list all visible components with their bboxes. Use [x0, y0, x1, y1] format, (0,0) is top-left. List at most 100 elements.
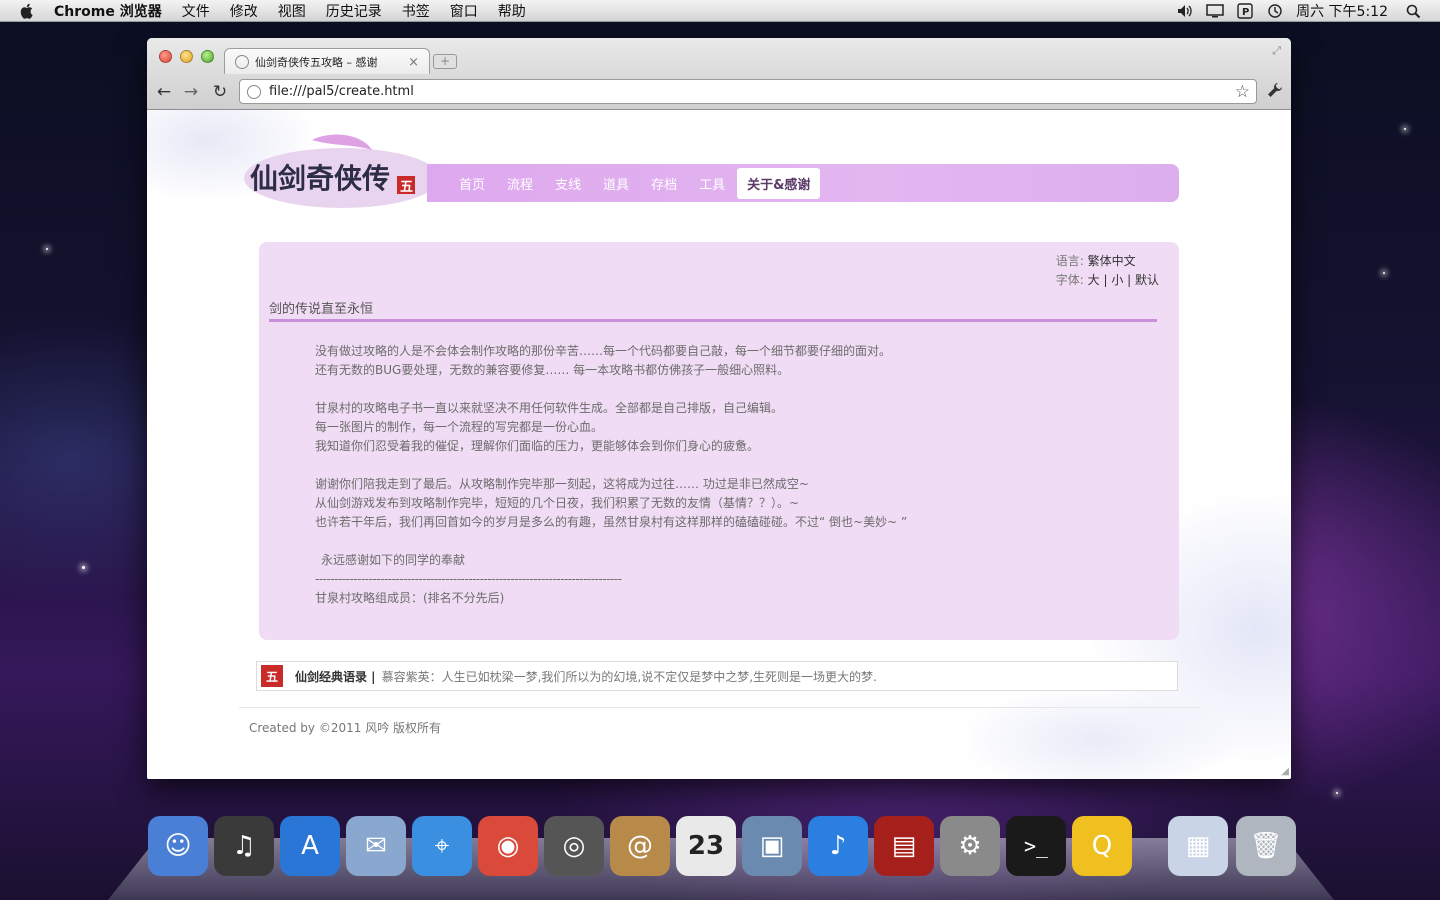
page-icon [247, 84, 261, 99]
star [82, 566, 85, 569]
iphoto-dock-icon[interactable]: ▣ [742, 816, 802, 876]
spotlight-icon[interactable] [1404, 3, 1422, 19]
address-bar[interactable]: file:///pal5/create.html ☆ [239, 79, 1257, 104]
menu-window[interactable]: 窗口 [450, 1, 478, 21]
paragraph-line: 每一张图片的制作，每一个流程的写完都是一份心血。 [315, 420, 604, 434]
new-tab-button[interactable]: + [433, 54, 457, 69]
forward-button[interactable]: → [180, 82, 202, 102]
language-label: 语言: [1055, 254, 1084, 268]
menu-edit[interactable]: 修改 [230, 1, 258, 21]
paragraph-line: 甘泉村的攻略电子书一直以来就坚决不用任何软件生成。全部都是自己排版，自己编辑。 [315, 401, 784, 415]
back-button[interactable]: ← [153, 82, 175, 102]
paragraph-line: 还有无数的BUG要处理，无数的兼容要修复…… 每一本攻略书都仿佛孩子一般细心照料… [315, 363, 790, 377]
nav-about-thanks[interactable]: 关于&感谢 [737, 167, 821, 199]
web-page: 仙剑奇侠传 五 首页 流程 支线 道具 存档 工具 关于&感谢 语言: 繁体中文… [147, 110, 1291, 779]
volume-icon[interactable] [1176, 3, 1194, 19]
resize-grip-icon[interactable]: ◢ [1281, 766, 1289, 777]
thanks-line: 永远感谢如下的同学的奉献 [321, 553, 466, 567]
chrome-dock-icon[interactable]: ◉ [478, 816, 538, 876]
menu-view[interactable]: 视图 [278, 1, 306, 21]
documents-dock-icon[interactable]: ▦ [1168, 816, 1228, 876]
logo-badge: 五 [400, 180, 413, 195]
star [1383, 272, 1385, 274]
nav-walkthrough[interactable]: 流程 [507, 174, 533, 193]
wrench-menu-icon[interactable] [1267, 82, 1283, 102]
star [1404, 128, 1406, 130]
menu-help[interactable]: 帮助 [498, 1, 526, 21]
content-panel: 语言: 繁体中文 字体: 大 | 小 | 默认 剑的传说直至永恒 没有做过攻略的… [259, 242, 1179, 640]
tab-title: 仙剑奇侠传五攻略 – 感谢 [255, 55, 378, 69]
nav-saves[interactable]: 存档 [651, 174, 677, 193]
quote-bar: 五 仙剑经典语录 | 慕容紫英：人生已如枕梁一梦,我们所以为的幻境,说不定仅是梦… [256, 661, 1178, 691]
footer-divider [239, 707, 1199, 708]
bookmark-star-icon[interactable]: ☆ [1235, 82, 1250, 102]
menu-bar: Chrome 浏览器 文件 修改 视图 历史记录 书签 窗口 帮助 P 周六 下… [0, 0, 1440, 22]
terminal-dock-icon[interactable]: >_ [1006, 816, 1066, 876]
quote-label: 仙剑经典语录 | [295, 669, 376, 684]
system-preferences-dock-icon[interactable]: ⚙ [940, 816, 1000, 876]
menu-app-name[interactable]: Chrome 浏览器 [54, 1, 162, 21]
nav-tools[interactable]: 工具 [699, 174, 725, 193]
star [46, 248, 48, 250]
svg-text:P: P [1242, 7, 1249, 18]
reload-button[interactable]: ↻ [209, 82, 231, 102]
menu-bookmarks[interactable]: 书签 [402, 1, 430, 21]
browser-tab[interactable]: 仙剑奇侠传五攻略 – 感谢 × [224, 48, 430, 74]
apple-icon[interactable] [18, 2, 36, 20]
thanks-body: 没有做过攻略的人是不会体会制作攻略的那份辛苦……每一个代码都要自己敲，每一个细节… [315, 342, 907, 608]
url-text[interactable]: file:///pal5/create.html [269, 84, 414, 99]
members-line: 甘泉村攻略组成员：(排名不分先后) [315, 591, 505, 605]
close-window-button[interactable] [159, 50, 172, 63]
site-logo: 仙剑奇侠传 五 [244, 134, 440, 208]
itunes-dock-icon[interactable]: ♪ [808, 816, 868, 876]
paragraph-line: 从仙剑游戏发布到攻略制作完毕，短短的几个日夜，我们积累了无数的友情（基情？？）。… [315, 496, 800, 510]
paragraph-line: 没有做过攻略的人是不会体会制作攻略的那份辛苦……每一个代码都要自己敲，每一个细节… [315, 344, 892, 358]
footer-copyright: Created by ©2011 风吟 版权所有 [249, 721, 442, 735]
calendar-dock-icon[interactable]: 23 [676, 816, 736, 876]
menu-clock[interactable]: 周六 下午5:12 [1296, 1, 1388, 21]
qq-dock-icon[interactable]: Q [1072, 816, 1132, 876]
menu-extras: P 周六 下午5:12 [1176, 0, 1440, 22]
paragraph-line: 谢谢你们陪我走到了最后。从攻略制作完毕那一刻起，这将成为过往…… 功过是非已然成… [315, 477, 809, 491]
dashed-separator: ----------------------------------------… [315, 572, 622, 586]
star [1336, 792, 1338, 794]
section-title: 剑的传说直至永恒 [269, 302, 374, 317]
font-label: 字体: [1055, 273, 1084, 287]
nav-items[interactable]: 道具 [603, 174, 629, 193]
window-controls [159, 50, 222, 63]
display-icon[interactable] [1206, 3, 1224, 19]
photo-booth-dock-icon[interactable]: ▤ [874, 816, 934, 876]
zoom-window-button[interactable] [201, 50, 214, 63]
pal5-badge-icon: 五 [261, 665, 283, 687]
dashboard-dock-icon[interactable]: ♫ [214, 816, 274, 876]
nav-home[interactable]: 首页 [459, 174, 485, 193]
section-divider [269, 319, 1157, 322]
nav-sidequests[interactable]: 支线 [555, 174, 581, 193]
site-nav: 首页 流程 支线 道具 存档 工具 关于&感谢 [427, 164, 1179, 202]
input-method-icon[interactable]: P [1236, 3, 1254, 19]
close-tab-icon[interactable]: × [408, 55, 419, 70]
facetime-dock-icon[interactable]: ◎ [544, 816, 604, 876]
paragraph-line: 也许若干年后，我们再回首如今的岁月是多么的有趣，虽然甘泉村有这样那样的磕磕碰碰。… [315, 515, 908, 529]
dock: ☺ ♫ A ✉ ⌖ ◉ ◎ @23 ▣ ♪ ▤ ⚙ >_ Q ▦ 🗑 [148, 816, 1298, 886]
time-machine-icon[interactable] [1266, 3, 1284, 19]
browser-toolbar: 仙剑奇侠传五攻略 – 感谢 × + ⤢ ← → ↻ file:///pal5/c… [147, 38, 1291, 110]
fullscreen-icon[interactable]: ⤢ [1272, 44, 1281, 58]
language-link[interactable]: 繁体中文 [1088, 254, 1136, 268]
minimize-window-button[interactable] [180, 50, 193, 63]
app-store-dock-icon[interactable]: A [280, 816, 340, 876]
globe-icon [235, 54, 249, 69]
mail-dock-icon[interactable]: ✉ [346, 816, 406, 876]
safari-dock-icon[interactable]: ⌖ [412, 816, 472, 876]
logo-text: 仙剑奇侠传 [250, 162, 390, 195]
address-book-dock-icon[interactable]: @ [610, 816, 670, 876]
browser-window: 仙剑奇侠传五攻略 – 感谢 × + ⤢ ← → ↻ file:///pal5/c… [147, 38, 1291, 779]
font-size-options[interactable]: 大 | 小 | 默认 [1088, 273, 1159, 287]
language-font-settings: 语言: 繁体中文 字体: 大 | 小 | 默认 [1056, 252, 1159, 290]
paragraph-line: 我知道你们忍受着我的催促，理解你们面临的压力，更能够体会到你们身心的疲惫。 [315, 439, 760, 453]
quote-text: 慕容紫英：人生已如枕梁一梦,我们所以为的幻境,说不定仅是梦中之梦,生死则是一场更… [381, 669, 877, 684]
trash-dock-icon[interactable]: 🗑 [1236, 816, 1296, 876]
finder-dock-icon[interactable]: ☺ [148, 816, 208, 876]
menu-history[interactable]: 历史记录 [326, 1, 382, 21]
menu-file[interactable]: 文件 [182, 1, 210, 21]
